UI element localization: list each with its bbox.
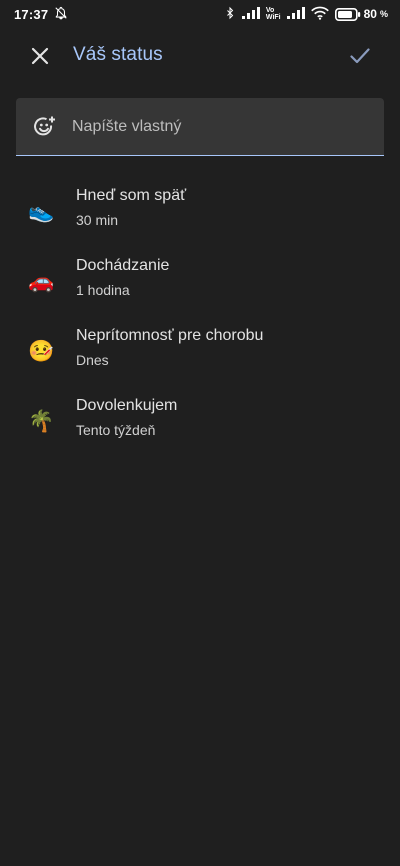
item-duration: 30 min [76,212,119,228]
running-shoe-icon: 👟 [28,199,55,223]
clock: 17:37 [14,6,49,22]
wifi-icon [310,6,329,23]
item-duration: 1 hodina [76,282,130,298]
battery: 80% [334,7,388,21]
item-duration: Tento týždeň [76,422,156,438]
bluetooth-icon [224,6,236,23]
item-title: Dochádzanie [76,257,170,274]
save-button[interactable] [346,42,374,70]
signal-icon-2 [286,6,305,22]
add-emoji-button[interactable] [32,114,58,140]
vowifi-bottom: WiFi [265,14,281,21]
app-bar: Váš status [0,28,400,84]
list-item[interactable]: 🚗 Dochádzanie 1 hodina [0,246,400,316]
notifications-off-icon [54,6,68,23]
item-duration: Dnes [76,352,109,368]
signal-icon [241,6,260,22]
item-title: Dovolenkujem [76,397,178,414]
vowifi-top: Vo [265,7,275,14]
status-bar-left: 17:37 [14,6,68,23]
list-item[interactable]: 🤒 Neprítomnosť pre chorobu Dnes [0,316,400,386]
preset-status-list: 👟 Hneď som späť 30 min 🚗 Dochádzanie 1 h… [0,176,400,456]
list-item[interactable]: 🌴 Dovolenkujem Tento týždeň [0,386,400,456]
sick-face-icon: 🤒 [28,339,55,363]
add-emoji-icon [34,116,55,136]
page-title: Váš status [73,44,163,65]
battery-icon [334,7,360,21]
status-bar-right: Vo WiFi 80% [224,6,388,23]
custom-status-field[interactable] [16,98,384,156]
vowifi-badge: Vo WiFi [266,7,281,21]
close-icon [31,47,49,65]
battery-percent-sign: % [379,9,388,19]
item-title: Hneď som späť [76,187,187,204]
status-input[interactable] [72,115,372,139]
palm-tree-icon: 🌴 [28,409,55,433]
screen: 17:37 Vo WiFi 80% Váš status Napíšte vla… [0,0,400,866]
status-bar: 17:37 Vo WiFi 80% [0,0,400,28]
battery-percent: 80 [363,7,377,21]
car-icon: 🚗 [28,269,55,293]
list-item[interactable]: 👟 Hneď som späť 30 min [0,176,400,246]
close-button[interactable] [26,42,54,70]
item-title: Neprítomnosť pre chorobu [76,327,264,344]
check-icon [350,48,370,64]
